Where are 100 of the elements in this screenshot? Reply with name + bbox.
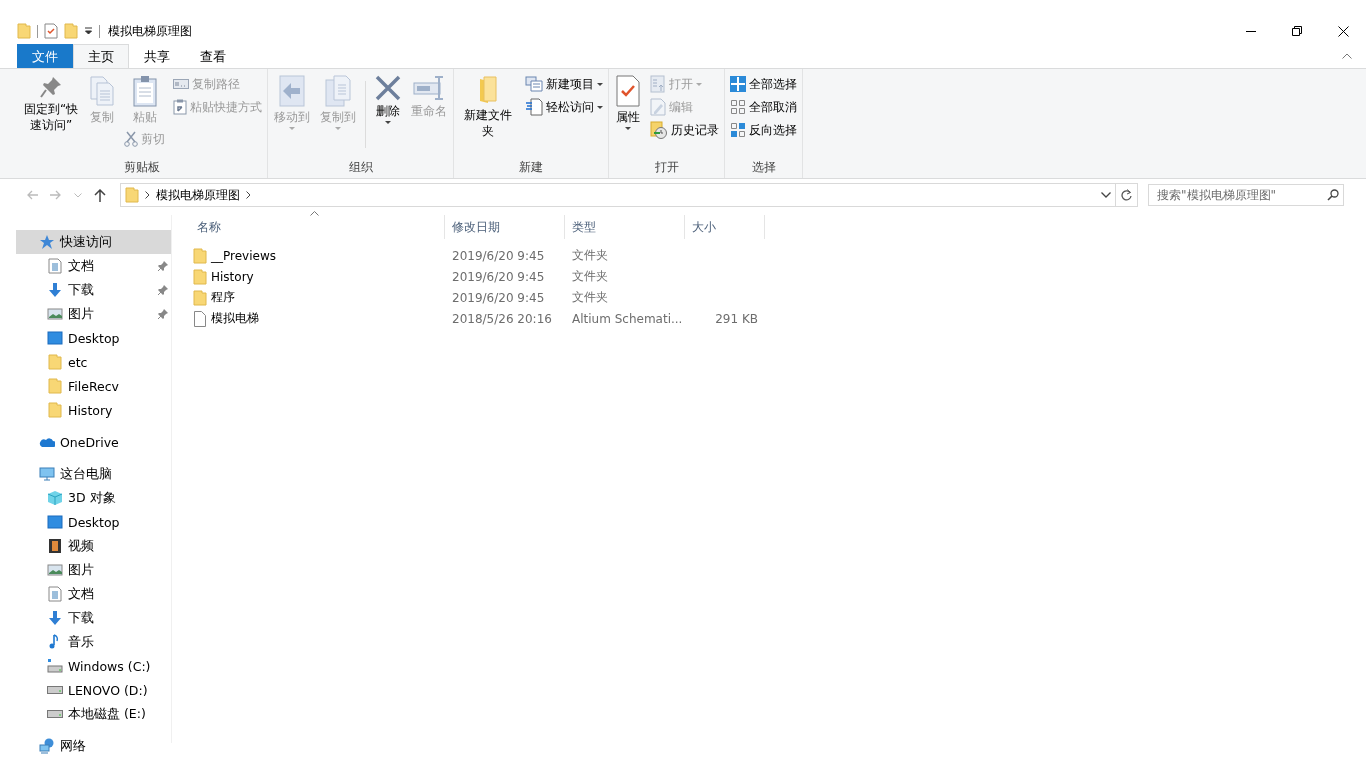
document-icon [47,586,63,602]
search-field[interactable]: 搜索"模拟电梯原理图" [1148,184,1344,206]
ribbon-button[interactable]: 反向选择 [728,119,799,141]
monitor-icon [47,330,63,346]
nav-item[interactable]: Desktop [16,510,171,534]
nav-item[interactable]: 图片 [16,558,171,582]
ribbon-tab[interactable]: 主页 [73,44,129,68]
nav-item[interactable]: LENOVO (D:) [16,678,171,702]
nav-item[interactable]: FileRecv [16,374,171,398]
type-cell-text: Altium Schemati... [571,311,684,326]
type-cell-text: 文件夹 [571,247,609,264]
scissors-icon [124,131,138,147]
ribbon-tab[interactable]: 共享 [129,44,185,68]
chevron-right-icon [246,191,251,199]
nav-item[interactable]: 3D 对象 [16,486,171,510]
size-cell-text: 291 KB [714,311,759,326]
file-name-cell[interactable]: 程序 [190,289,445,306]
date-cell-text: 2019/6/20 9:45 [451,248,546,263]
cube-icon [47,490,63,506]
select-none-icon [730,99,746,115]
ribbon-button[interactable]: 属性 [612,73,644,132]
type-cell-text: 文件夹 [571,289,609,306]
folder-icon [47,354,63,370]
nav-item[interactable]: History [16,398,171,422]
group-label: 剪贴板 [123,159,161,176]
caret-icon[interactable] [84,27,93,35]
folder-icon [17,23,31,39]
picture-icon [47,562,63,578]
shortcut-icon [173,99,187,115]
nav-item[interactable]: 下载 [16,606,171,630]
film-icon [47,538,63,554]
group-label: 组织 [347,159,374,176]
nav-item[interactable]: etc [16,350,171,374]
ribbon-button[interactable]: 轻松访问 [523,96,605,118]
folder-icon [477,75,499,105]
forward-icon [50,189,62,201]
ribbon-button[interactable]: 全部取消 [728,96,799,118]
column-header[interactable]: 大小 [685,215,765,239]
ribbon-button[interactable]: 新建文件夹 [457,73,519,141]
monitor-icon [47,514,63,530]
rename-icon [413,75,445,101]
restore-icon [1292,26,1302,36]
nav-item[interactable]: 图片 [16,302,171,326]
group-label: 选择 [750,159,777,176]
move-to-icon [278,75,306,107]
nav-item[interactable]: Desktop [16,326,171,350]
file-menu-tab[interactable]: 文件 [17,44,73,68]
ribbon-button[interactable]: 新建项目 [523,73,605,95]
path-icon [173,79,189,89]
refresh-icon [1121,189,1132,201]
open-icon [650,75,666,93]
up-arrow-icon [94,188,106,202]
back-icon [26,189,38,201]
type-cell-text: 文件夹 [571,268,609,285]
nav-item[interactable]: 本地磁盘 (E:) [16,702,171,726]
nav-item[interactable]: Windows (C:) [16,654,171,678]
nav-item[interactable]: 这台电脑 [16,462,171,486]
file-name-cell[interactable]: __Previews [190,247,445,264]
file-icon [193,310,207,327]
nav-item[interactable]: 视频 [16,534,171,558]
chevron-down-icon[interactable] [1101,192,1111,198]
window-title: 模拟电梯原理图 [108,22,192,40]
nav-item[interactable]: 文档 [16,254,171,278]
document-icon [47,258,63,274]
ribbon-button[interactable]: 历史记录 [648,119,721,141]
history-icon [650,121,668,139]
invert-selection-icon [730,122,746,138]
close-icon [1337,25,1349,37]
properties-icon[interactable] [44,23,58,39]
nav-item[interactable]: 文档 [16,582,171,606]
network-icon [39,738,55,754]
nav-item[interactable]: 下载 [16,278,171,302]
star-icon [39,234,55,250]
file-name-cell[interactable]: History [190,268,445,285]
nav-item[interactable]: 音乐 [16,630,171,654]
breadcrumb[interactable]: 模拟电梯原理图 [156,186,240,204]
easy-access-icon [525,98,543,116]
ribbon-button[interactable]: 删除 [372,73,404,126]
group-label: 新建 [518,159,544,176]
column-header[interactable]: 修改日期 [445,215,565,239]
search-icon[interactable] [1327,189,1339,201]
column-header[interactable]: 类型 [565,215,685,239]
ribbon-button[interactable]: 全部选择 [728,73,799,95]
date-cell-text: 2019/6/20 9:45 [451,269,546,284]
down-arrow-icon [47,282,63,298]
ribbon-button[interactable]: 固定到“快速访问” [20,73,82,135]
file-name-cell[interactable]: 模拟电梯 [190,310,445,327]
copy-icon [89,75,115,107]
computer-icon [39,466,55,482]
address-bar[interactable]: 模拟电梯原理图 [120,183,1138,207]
nav-item[interactable]: 网络 [16,734,171,758]
folder-icon [193,289,207,306]
ribbon-tab[interactable]: 查看 [185,44,241,68]
delete-icon [375,75,401,101]
collapse-ribbon-icon[interactable] [1342,53,1352,59]
drive-icon [47,686,63,694]
nav-item[interactable]: 快速访问 [16,230,171,254]
nav-item[interactable]: OneDrive [16,430,171,454]
column-header[interactable]: 名称 [190,215,445,239]
drive-icon [47,710,63,718]
